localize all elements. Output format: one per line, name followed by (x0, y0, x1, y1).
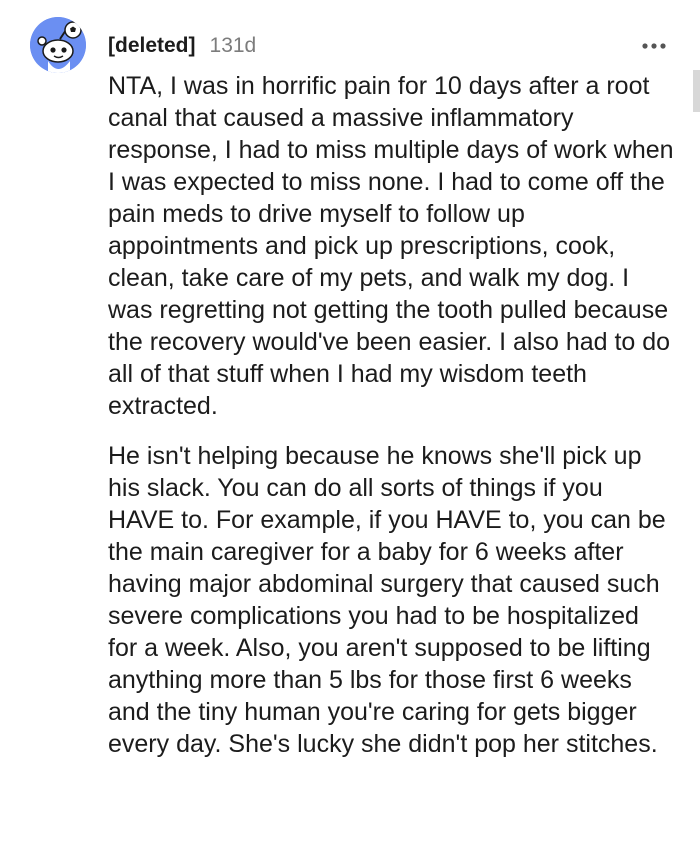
comment-body: NTA, I was in horrific pain for 10 days … (108, 70, 674, 760)
comment: [deleted] 131d NTA, I was in horrific pa… (0, 0, 700, 847)
snoo-avatar-icon[interactable] (30, 17, 86, 73)
overflow-menu-icon[interactable] (636, 34, 672, 58)
scrollbar-thumb[interactable] (693, 70, 700, 112)
comment-paragraph-2: He isn't helping because he knows she'll… (108, 442, 666, 758)
comment-paragraph-1: NTA, I was in horrific pain for 10 days … (108, 72, 674, 420)
author-name[interactable]: [deleted] (108, 34, 196, 58)
comment-age: 131d (209, 34, 257, 57)
comment-meta: [deleted] 131d (108, 32, 256, 60)
